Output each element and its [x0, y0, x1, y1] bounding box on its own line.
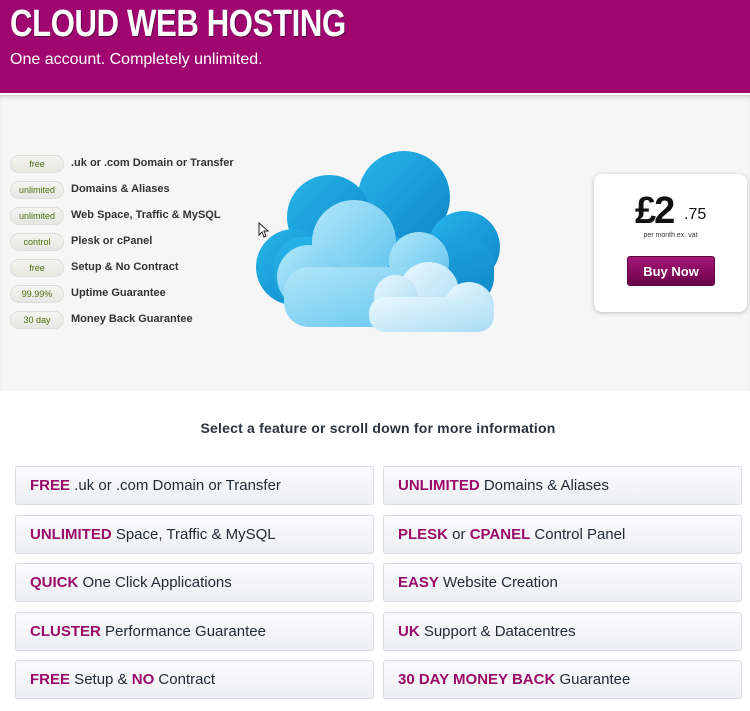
hero-feature-item: free Setup & No Contract	[10, 259, 270, 279]
feature-card-text: or	[448, 525, 470, 543]
mouse-cursor-icon	[258, 222, 270, 238]
feature-card-left[interactable]: UNLIMITED Space, Traffic & MySQL	[15, 514, 374, 554]
feature-text: Plesk or cPanel	[71, 235, 153, 247]
feature-card-text: Support & Datacentres	[419, 622, 576, 640]
feature-text: .uk or .com Domain or Transfer	[71, 157, 234, 169]
feature-card-highlight: FREE	[30, 671, 71, 688]
feature-card-left[interactable]: CLUSTER Performance Guarantee	[15, 611, 374, 651]
price-pence: .75	[684, 206, 707, 223]
price-card: £2 .75 per month ex. vat Buy Now	[594, 174, 747, 312]
feature-card-text: Contract	[154, 671, 216, 688]
hero-feature-item: 30 day Money Back Guarantee	[10, 311, 270, 331]
feature-text: Uptime Guarantee	[71, 287, 166, 299]
page-title: CLOUD WEB HOSTING	[10, 3, 346, 45]
price-note: per month ex. vat	[643, 232, 698, 239]
feature-card-text: One Click Applications	[78, 574, 232, 591]
feature-card-highlight: UK	[398, 622, 420, 640]
feature-card-left[interactable]: FREE Setup & NO Contract	[15, 660, 374, 699]
cloud-illustration	[256, 151, 500, 332]
feature-card-highlight: CLUSTER	[30, 622, 101, 640]
feature-badge: unlimited	[10, 207, 64, 225]
feature-card-highlight: CPANEL	[469, 525, 531, 543]
feature-card-text: Setup &	[70, 671, 132, 688]
feature-card-right[interactable]: UK Support & Datacentres	[383, 611, 742, 651]
feature-card-right[interactable]: EASY Website Creation	[383, 563, 742, 602]
feature-text: Web Space, Traffic & MySQL	[71, 209, 221, 221]
feature-card-highlight: PLESK	[398, 525, 449, 543]
feature-card-highlight: UNLIMITED	[30, 525, 112, 543]
feature-badge: unlimited	[10, 181, 64, 199]
feature-text: Setup & No Contract	[71, 261, 179, 273]
feature-card-right[interactable]: PLESK or CPANEL Control Panel	[383, 514, 742, 554]
feature-badge: free	[10, 155, 64, 173]
feature-card-text: Guarantee	[555, 671, 631, 688]
feature-card-text: Control Panel	[530, 525, 626, 543]
feature-card-text: Performance Guarantee	[100, 622, 266, 640]
select-feature-heading: Select a feature or scroll down for more…	[200, 420, 556, 436]
feature-card-text: .uk or .com Domain or Transfer	[70, 477, 281, 494]
buy-now-button[interactable]: Buy Now	[627, 256, 715, 286]
feature-card-left[interactable]: FREE .uk or .com Domain or Transfer	[15, 466, 374, 505]
feature-card-text: Domains & Aliases	[479, 477, 609, 494]
header-banner: CLOUD WEB HOSTING One account. Completel…	[0, 0, 750, 93]
hero-feature-item: free .uk or .com Domain or Transfer	[10, 155, 270, 175]
hero-feature-item: unlimited Web Space, Traffic & MySQL	[10, 207, 270, 227]
feature-badge: 99.99%	[10, 285, 64, 303]
feature-card-text: Space, Traffic & MySQL	[111, 525, 276, 543]
feature-card-highlight: UNLIMITED	[398, 477, 480, 494]
feature-card-highlight: EASY	[398, 574, 439, 591]
feature-text: Money Back Guarantee	[71, 313, 193, 325]
hero-feature-item: control Plesk or cPanel	[10, 233, 270, 253]
page-subtitle: One account. Completely unlimited.	[10, 51, 263, 68]
feature-badge: free	[10, 259, 64, 277]
hero-section: free .uk or .com Domain or Transfer unlimi…	[0, 93, 750, 391]
feature-badge: control	[10, 233, 64, 251]
feature-card-highlight: 30 DAY MONEY BACK	[398, 671, 556, 688]
feature-card-highlight: NO	[131, 671, 155, 688]
feature-badge: 30 day	[10, 311, 64, 329]
hero-feature-item: unlimited Domains & Aliases	[10, 181, 270, 201]
feature-text: Domains & Aliases	[71, 183, 170, 195]
feature-card-right[interactable]: 30 DAY MONEY BACK Guarantee	[383, 660, 742, 699]
price-main: £2	[635, 190, 675, 232]
feature-card-text: Website Creation	[438, 574, 558, 591]
feature-card-highlight: QUICK	[30, 574, 79, 591]
feature-card-right[interactable]: UNLIMITED Domains & Aliases	[383, 466, 742, 505]
hero-feature-item: 99.99% Uptime Guarantee	[10, 285, 270, 305]
feature-card-highlight: FREE	[30, 477, 71, 494]
feature-card-left[interactable]: QUICK One Click Applications	[15, 563, 374, 602]
